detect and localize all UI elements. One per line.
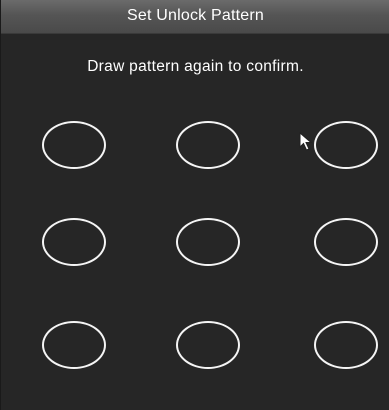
pattern-grid[interactable] (1, 0, 389, 410)
pattern-node-1-2[interactable] (176, 121, 240, 169)
pattern-node-2-3[interactable] (314, 218, 378, 266)
pattern-node-1-3[interactable] (314, 121, 378, 169)
mouse-pointer-icon (299, 132, 313, 151)
pattern-node-3-2[interactable] (176, 321, 240, 369)
pattern-node-1-1[interactable] (42, 121, 106, 169)
pattern-node-3-1[interactable] (42, 321, 106, 369)
pattern-node-3-3[interactable] (314, 321, 378, 369)
pattern-node-2-1[interactable] (42, 218, 106, 266)
unlock-pattern-dialog: Set Unlock Pattern Draw pattern again to… (0, 0, 389, 410)
pattern-node-2-2[interactable] (176, 218, 240, 266)
